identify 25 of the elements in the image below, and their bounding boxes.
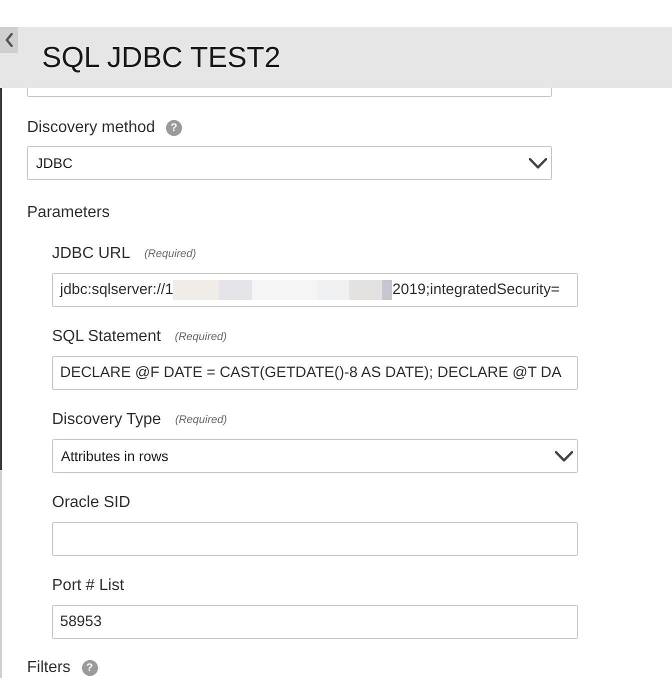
field-label: Discovery Type [52, 410, 162, 430]
field-label: Port # List [52, 576, 124, 596]
text-field[interactable] [27, 88, 552, 97]
text-field[interactable] [52, 522, 578, 556]
field-label: SQL Statement [52, 327, 161, 347]
chevron-down-icon [555, 450, 573, 462]
field-label: Oracle SID [52, 493, 130, 513]
collapse-button[interactable] [0, 27, 18, 53]
text-field[interactable]: DECLARE @F DATE = CAST(GETDATE()-8 AS DATE); DECLARE @T DA [52, 356, 578, 390]
text-field[interactable]: jdbc:sqlserver://1 2019;integratedSecurity= [52, 273, 578, 307]
text-field[interactable]: 58953 [52, 605, 578, 639]
required-note: (Required) [175, 413, 228, 428]
required-note: (Required) [174, 330, 227, 345]
page-title: SQL JDBC TEST2 [42, 40, 281, 76]
field-value: 2019;integratedSecurity= [392, 280, 560, 300]
required-note: (Required) [144, 247, 196, 262]
dropdown-select[interactable]: Attributes in rows [52, 439, 578, 473]
dropdown-select[interactable]: JDBC [27, 146, 552, 180]
section-heading: Filters [27, 659, 71, 677]
section-heading: Parameters [27, 203, 110, 223]
chevron-down-icon [529, 158, 547, 168]
chevron-left-icon [5, 33, 13, 47]
field-label: JDBC URL [52, 244, 130, 264]
field-value: jdbc:sqlserver://1 [60, 280, 174, 300]
field-label: Discovery method [27, 118, 156, 138]
